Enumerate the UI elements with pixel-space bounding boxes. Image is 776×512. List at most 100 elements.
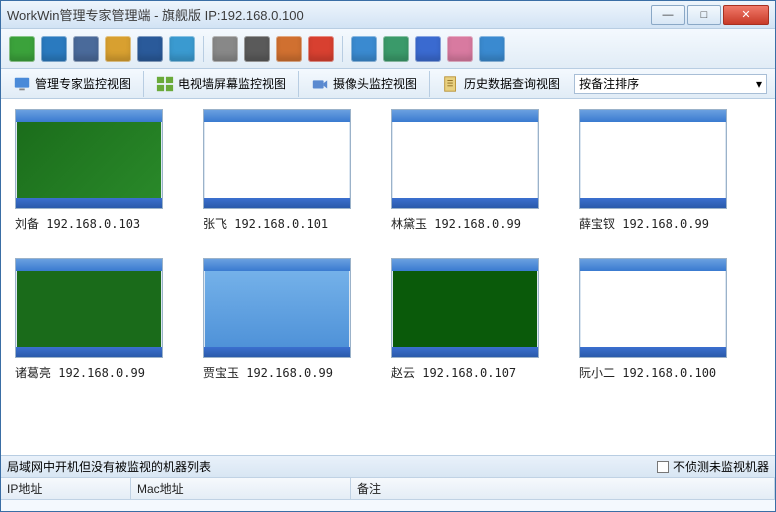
toolbar-button-4[interactable] — [137, 36, 163, 62]
checkbox-icon — [657, 461, 669, 473]
bottom-title: 局域网中开机但没有被监视的机器列表 — [7, 458, 211, 475]
screenshot-thumbnail — [391, 109, 539, 209]
screenshot-thumbnail — [391, 258, 539, 358]
toolbar-icon — [351, 36, 377, 62]
toolbar-icon — [73, 36, 99, 62]
tab-tvwall-monitor[interactable]: 电视墙屏幕监控视图 — [152, 73, 290, 95]
toolbar-button-9[interactable] — [308, 36, 334, 62]
thumb-taskbar — [392, 198, 538, 208]
thumbnail-caption: 贾宝玉 192.168.0.99 — [203, 364, 351, 381]
tab-label: 摄像头监控视图 — [333, 75, 417, 92]
no-detect-checkbox[interactable]: 不侦测未监视机器 — [657, 458, 769, 475]
toolbar-icon — [447, 36, 473, 62]
wall-icon — [156, 75, 174, 93]
thumb-titlebar — [580, 110, 726, 122]
col-ip[interactable]: IP地址 — [1, 478, 131, 499]
thumbnail-caption: 林黛玉 192.168.0.99 — [391, 215, 539, 232]
toolbar-button-14[interactable] — [479, 36, 505, 62]
tab-history-query[interactable]: 历史数据查询视图 — [438, 73, 564, 95]
screenshot-thumbnail — [203, 258, 351, 358]
minimize-button[interactable]: — — [651, 5, 685, 25]
window-title: WorkWin管理专家管理端 - 旗舰版 IP:192.168.0.100 — [7, 5, 651, 24]
thumb-taskbar — [392, 347, 538, 357]
thumb-taskbar — [580, 198, 726, 208]
toolbar-button-3[interactable] — [105, 36, 131, 62]
toolbar-button-6[interactable] — [212, 36, 238, 62]
thumb-titlebar — [580, 259, 726, 271]
sort-value: 按备注排序 — [579, 75, 639, 92]
screenshot-thumbnail — [203, 109, 351, 209]
thumbnail-card[interactable]: 刘备 192.168.0.103 — [15, 109, 163, 232]
screenshot-thumbnail — [15, 109, 163, 209]
thumbnail-card[interactable]: 诸葛亮 192.168.0.99 — [15, 258, 163, 381]
toolbar-button-12[interactable] — [415, 36, 441, 62]
toolbar-button-0[interactable] — [9, 36, 35, 62]
tab-manager-monitor[interactable]: 管理专家监控视图 — [9, 73, 135, 95]
toolbar-button-2[interactable] — [73, 36, 99, 62]
thumb-titlebar — [392, 110, 538, 122]
separator — [429, 71, 430, 97]
thumb-taskbar — [16, 198, 162, 208]
screenshot-thumbnail — [579, 109, 727, 209]
toolbar-button-10[interactable] — [351, 36, 377, 62]
tab-label: 管理专家监控视图 — [35, 75, 131, 92]
main-toolbar — [1, 29, 775, 69]
thumb-titlebar — [204, 259, 350, 271]
view-tabs-bar: 管理专家监控视图 电视墙屏幕监控视图 摄像头监控视图 历史数据查询视图 按备注排… — [1, 69, 775, 99]
thumbnail-card[interactable]: 林黛玉 192.168.0.99 — [391, 109, 539, 232]
bottom-panel: 局域网中开机但没有被监视的机器列表 不侦测未监视机器 IP地址 Mac地址 备注 — [1, 455, 775, 511]
thumbnail-caption: 薛宝钗 192.168.0.99 — [579, 215, 727, 232]
thumbnail-card[interactable]: 贾宝玉 192.168.0.99 — [203, 258, 351, 381]
toolbar-button-7[interactable] — [244, 36, 270, 62]
separator — [143, 71, 144, 97]
thumbnail-caption: 赵云 192.168.0.107 — [391, 364, 539, 381]
toolbar-icon — [41, 36, 67, 62]
toolbar-button-11[interactable] — [383, 36, 409, 62]
toolbar-button-5[interactable] — [169, 36, 195, 62]
thumbnail-caption: 张飞 192.168.0.101 — [203, 215, 351, 232]
toolbar-icon — [276, 36, 302, 62]
thumb-titlebar — [392, 259, 538, 271]
unmonitored-table-header: IP地址 Mac地址 备注 — [1, 478, 775, 500]
thumb-taskbar — [204, 198, 350, 208]
thumbnail-caption: 刘备 192.168.0.103 — [15, 215, 163, 232]
monitor-icon — [13, 75, 31, 93]
checkbox-label: 不侦测未监视机器 — [673, 458, 769, 475]
thumbnail-caption: 阮小二 192.168.0.100 — [579, 364, 727, 381]
bottom-panel-header: 局域网中开机但没有被监视的机器列表 不侦测未监视机器 — [1, 456, 775, 478]
toolbar-icon — [415, 36, 441, 62]
toolbar-icon — [137, 36, 163, 62]
toolbar-icon — [244, 36, 270, 62]
thumb-titlebar — [16, 259, 162, 271]
thumbnail-card[interactable]: 张飞 192.168.0.101 — [203, 109, 351, 232]
thumb-titlebar — [16, 110, 162, 122]
thumbnail-grid: 刘备 192.168.0.103 张飞 192.168.0.101 林黛玉 192.… — [15, 109, 761, 381]
thumb-taskbar — [16, 347, 162, 357]
toolbar-button-1[interactable] — [41, 36, 67, 62]
tab-label: 历史数据查询视图 — [464, 75, 560, 92]
thumbnail-caption: 诸葛亮 192.168.0.99 — [15, 364, 163, 381]
toolbar-icon — [169, 36, 195, 62]
tab-camera-monitor[interactable]: 摄像头监控视图 — [307, 73, 421, 95]
history-icon — [442, 75, 460, 93]
thumb-taskbar — [580, 347, 726, 357]
col-mac[interactable]: Mac地址 — [131, 478, 351, 499]
toolbar-icon — [9, 36, 35, 62]
screenshot-thumbnail — [15, 258, 163, 358]
toolbar-button-8[interactable] — [276, 36, 302, 62]
thumb-taskbar — [204, 347, 350, 357]
thumbnail-card[interactable]: 薛宝钗 192.168.0.99 — [579, 109, 727, 232]
sort-dropdown[interactable]: 按备注排序 ▾ — [574, 74, 767, 94]
maximize-button[interactable]: □ — [687, 5, 721, 25]
close-button[interactable]: ✕ — [723, 5, 769, 25]
thumbnail-card[interactable]: 阮小二 192.168.0.100 — [579, 258, 727, 381]
window-controls: — □ ✕ — [651, 5, 769, 25]
tab-label: 电视墙屏幕监控视图 — [178, 75, 286, 92]
separator — [203, 36, 204, 62]
camera-icon — [311, 75, 329, 93]
col-remark[interactable]: 备注 — [351, 478, 775, 499]
titlebar: WorkWin管理专家管理端 - 旗舰版 IP:192.168.0.100 — … — [1, 1, 775, 29]
thumbnail-card[interactable]: 赵云 192.168.0.107 — [391, 258, 539, 381]
toolbar-button-13[interactable] — [447, 36, 473, 62]
toolbar-icon — [479, 36, 505, 62]
